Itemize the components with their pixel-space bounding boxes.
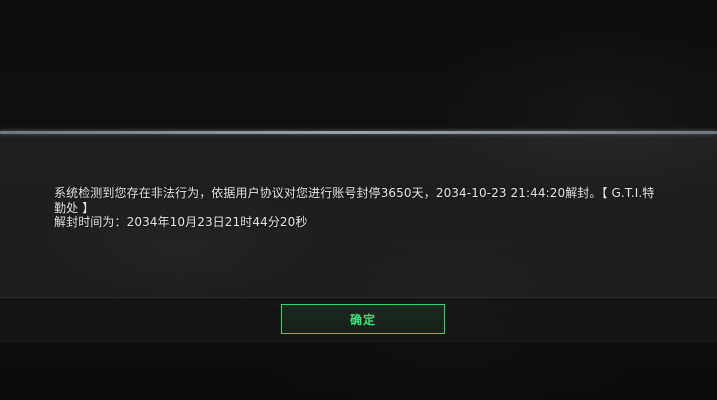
game-background: 系统检测到您存在非法行为，依据用户协议对您进行账号封停3650天，2034-10… (0, 0, 717, 400)
confirm-button-label: 确定 (349, 312, 376, 327)
top-dim-overlay (0, 0, 717, 132)
unban-time-text: 解封时间为：2034年10月23日21时44分20秒 (54, 215, 308, 229)
confirm-button[interactable]: 确定 (281, 304, 445, 334)
ban-message-line: 勤处 】 (54, 200, 95, 215)
ban-message-line: 系统检测到您存在非法行为，依据用户协议对您进行账号封停3650天，2034-10… (54, 186, 655, 200)
bottom-dim-overlay (0, 343, 717, 400)
ban-message: 系统检测到您存在非法行为，依据用户协议对您进行账号封停3650天，2034-10… (54, 186, 674, 230)
